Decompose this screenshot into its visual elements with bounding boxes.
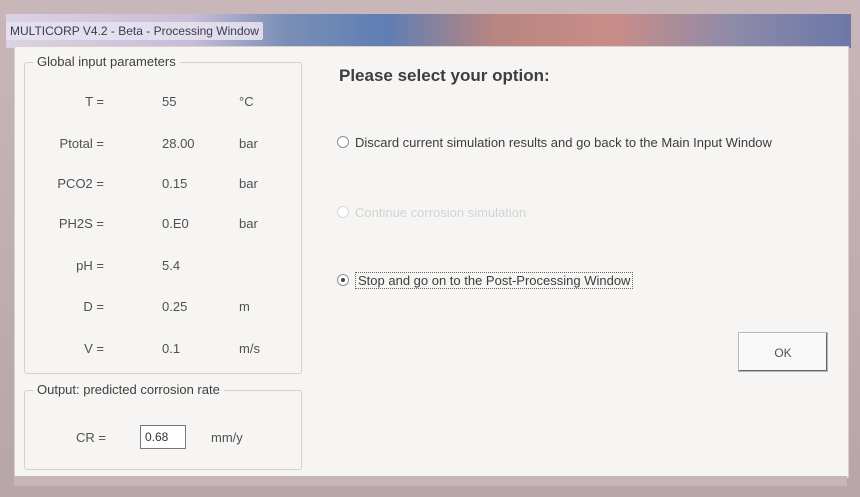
radio-stop-postprocess[interactable] — [337, 274, 349, 286]
parameter-row: V = 0.1 m/s — [24, 341, 304, 365]
ok-button[interactable]: OK — [738, 332, 828, 372]
window-bottom-border — [14, 476, 847, 486]
options-prompt: Please select your option: — [339, 66, 550, 85]
global-input-parameters-title: Global input parameters — [33, 54, 180, 69]
parameter-value: 55 — [162, 94, 177, 109]
option-discard-label: Discard current simulation results and g… — [355, 135, 772, 150]
parameter-value: 0.E0 — [162, 216, 189, 231]
option-continue: Continue corrosion simulation — [337, 205, 526, 220]
radio-discard[interactable] — [337, 136, 349, 148]
parameter-row: PH2S = 0.E0 bar — [24, 216, 304, 240]
parameter-row: pH = 5.4 — [24, 258, 304, 282]
parameter-unit: m/s — [239, 341, 260, 356]
option-stop-postprocess-label: Stop and go on to the Post-Processing Wi… — [355, 272, 634, 289]
parameter-row: PCO2 = 0.15 bar — [24, 176, 304, 200]
parameter-unit: m — [239, 299, 250, 314]
parameter-value: 0.15 — [162, 176, 188, 191]
parameter-label: V = — [84, 341, 104, 356]
output-title: Output: predicted corrosion rate — [33, 382, 224, 397]
processing-window: MULTICORP V4.2 - Beta - Processing Windo… — [0, 0, 860, 497]
parameter-unit: bar — [239, 136, 258, 151]
parameter-label: Ptotal = — [59, 136, 104, 151]
parameter-value: 0.1 — [162, 341, 181, 356]
parameter-row: Ptotal = 28.00 bar — [24, 136, 304, 160]
parameter-row: D = 0.25 m — [24, 299, 304, 323]
option-discard[interactable]: Discard current simulation results and g… — [337, 135, 772, 150]
parameter-value: 5.4 — [162, 258, 181, 273]
parameter-label: D = — [83, 299, 104, 314]
radio-continue — [337, 206, 349, 218]
parameter-unit: bar — [239, 216, 258, 231]
parameter-unit: bar — [239, 176, 258, 191]
cr-label: CR = — [76, 430, 106, 445]
option-stop-postprocess[interactable]: Stop and go on to the Post-Processing Wi… — [337, 272, 634, 289]
parameter-value: 0.25 — [162, 299, 188, 314]
cr-unit: mm/y — [211, 430, 243, 445]
parameter-label: pH = — [76, 258, 104, 273]
option-continue-label: Continue corrosion simulation — [355, 205, 527, 220]
parameter-label: T = — [85, 94, 104, 109]
parameter-label: PH2S = — [58, 216, 104, 231]
cr-value-field[interactable]: 0.68 — [140, 425, 186, 449]
parameter-value: 28.00 — [162, 136, 195, 151]
parameter-label: PCO2 = — [57, 176, 104, 191]
parameter-unit: °C — [239, 94, 254, 109]
parameter-row: T = 55 °C — [24, 94, 304, 118]
window-title: MULTICORP V4.2 - Beta - Processing Windo… — [6, 22, 263, 40]
